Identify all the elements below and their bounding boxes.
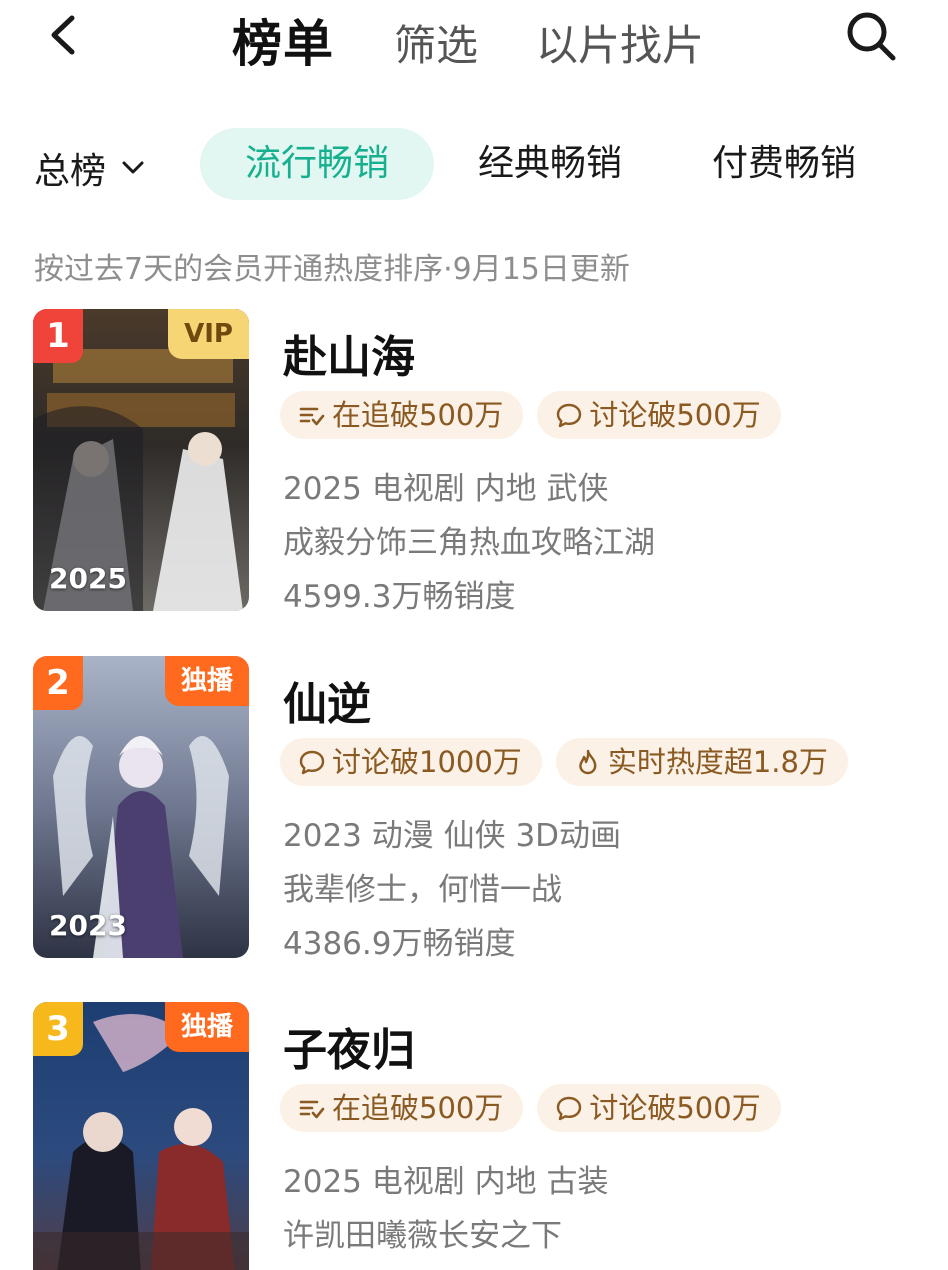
tag-following: 在追破500万: [280, 1084, 524, 1132]
poster-image[interactable]: 3 独播: [33, 1002, 249, 1270]
item-title[interactable]: 子夜归: [283, 1014, 415, 1078]
item-sales: 4386.9万畅销度: [283, 926, 516, 962]
item-title[interactable]: 仙逆: [283, 668, 371, 732]
item-description: 成毅分饰三角热血攻略江湖: [283, 525, 655, 561]
vip-badge: VIP: [168, 309, 249, 359]
chevron-down-icon: [122, 161, 144, 174]
chevron-left-icon: [51, 15, 75, 55]
tag-list: 讨论破1000万 实时热度超1.8万: [280, 738, 848, 786]
filter-tab[interactable]: 筛选: [394, 12, 478, 73]
list-item[interactable]: 2 独播 2023 仙逆 讨论破1000万 实时热度超1.8万 2023 动漫 …: [0, 656, 948, 966]
poster-image[interactable]: 1 VIP 2025: [33, 309, 249, 611]
list-item[interactable]: 3 独播 子夜归 在追破500万 讨论破500万 2025 电视剧 内地 古装 …: [0, 1002, 948, 1270]
tag-discussion: 讨论破500万: [537, 391, 781, 439]
tab-popular-bestselling[interactable]: 流行畅销: [200, 128, 434, 200]
tag-list: 在追破500万 讨论破500万: [280, 1084, 781, 1132]
tag-following: 在追破500万: [280, 391, 524, 439]
tag-label: 讨论破1000万: [332, 745, 522, 779]
exclusive-badge: 独播: [164, 1002, 249, 1052]
tag-label: 实时热度超1.8万: [607, 745, 828, 779]
tag-label: 在追破500万: [332, 1091, 504, 1125]
tag-label: 在追破500万: [332, 398, 504, 432]
tab-paid-bestselling[interactable]: 付费畅销: [712, 128, 856, 200]
list-item[interactable]: 1 VIP 2025 赴山海 在追破500万 讨论破500万 2025 电视剧 …: [0, 309, 948, 619]
tab-classic-bestselling[interactable]: 经典畅销: [478, 128, 622, 200]
item-title[interactable]: 赴山海: [283, 321, 415, 385]
search-icon: [847, 12, 896, 61]
all-rankings-dropdown[interactable]: 总榜: [34, 142, 146, 194]
find-by-image-tab[interactable]: 以片找片: [536, 12, 704, 73]
flame-icon: [579, 749, 597, 775]
exclusive-badge: 独播: [164, 656, 249, 706]
ranking-tab-bar: 总榜 流行畅销 经典畅销 付费畅销: [0, 124, 948, 204]
tag-discussion: 讨论破1000万: [280, 738, 542, 786]
poster-image[interactable]: 2 独播 2023: [33, 656, 249, 958]
item-description: 我辈修士，何惜一战: [283, 872, 562, 908]
comment-bubble-icon: [299, 750, 325, 775]
tag-list: 在追破500万 讨论破500万: [280, 391, 781, 439]
poster-year: 2023: [49, 909, 127, 942]
comment-bubble-icon: [557, 403, 582, 428]
search-button[interactable]: [842, 6, 900, 64]
comment-bubble-icon: [557, 1096, 582, 1121]
item-meta: 2025 电视剧 内地 古装: [283, 1164, 609, 1200]
poster-year: 2025: [49, 562, 127, 595]
item-meta: 2025 电视剧 内地 武侠: [283, 471, 609, 507]
rank-badge: 2: [33, 656, 83, 710]
item-meta: 2023 动漫 仙侠 3D动画: [283, 818, 622, 854]
tag-discussion: 讨论破500万: [537, 1084, 781, 1132]
follow-list-icon: [299, 407, 325, 426]
rank-badge: 1: [33, 309, 83, 363]
tag-heat: 实时热度超1.8万: [555, 738, 848, 786]
ranking-description: 按过去7天的会员开通热度排序·9月15日更新: [34, 252, 630, 287]
page-title: 榜单: [232, 15, 334, 73]
item-description: 许凯田曦薇长安之下: [283, 1218, 562, 1254]
all-rankings-label: 总榜: [34, 151, 107, 192]
rank-badge: 3: [33, 1002, 83, 1056]
tag-label: 讨论破500万: [589, 398, 761, 432]
top-nav-bar: 榜单 筛选 以片找片: [0, 0, 948, 73]
back-button[interactable]: [40, 8, 90, 62]
tag-label: 讨论破500万: [589, 1091, 761, 1125]
follow-list-icon: [299, 1100, 325, 1119]
item-sales: 4599.3万畅销度: [283, 579, 516, 615]
